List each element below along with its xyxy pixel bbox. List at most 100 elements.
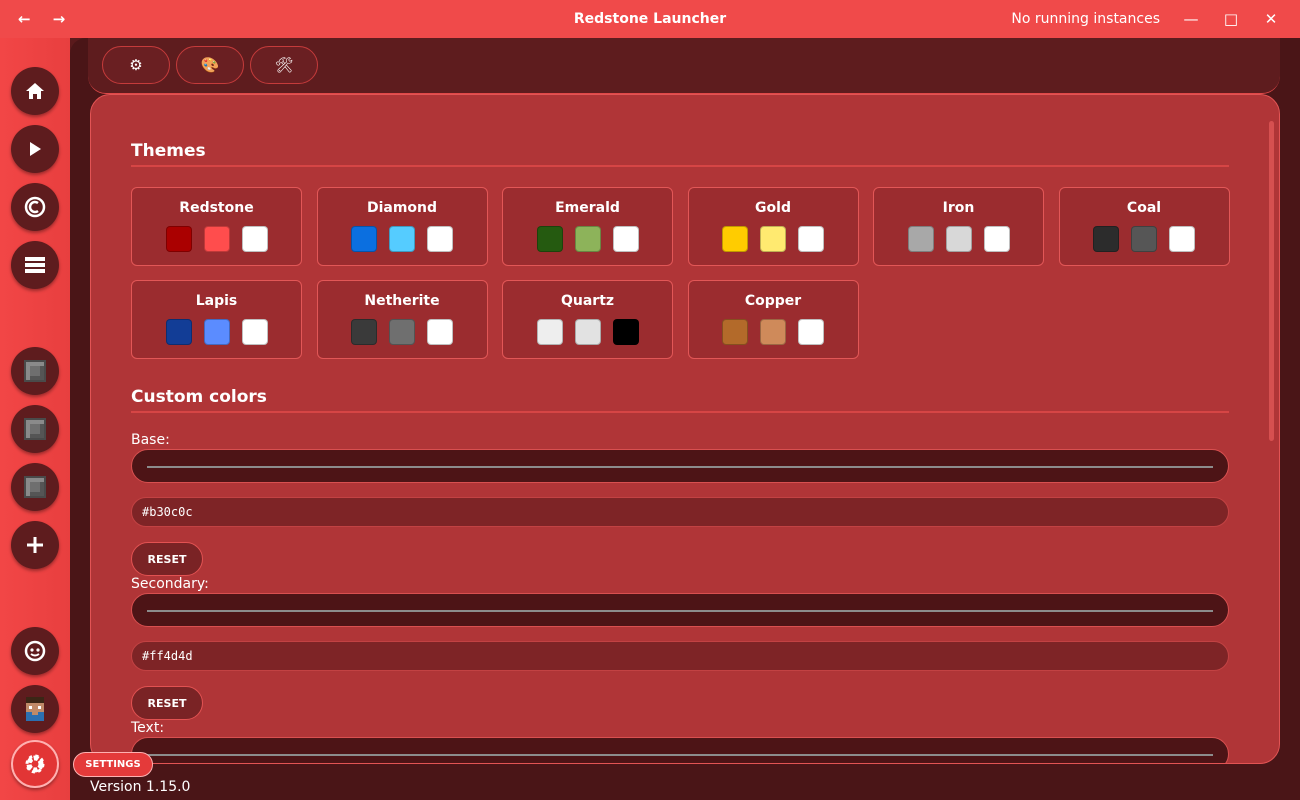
theme-card-gold[interactable]: Gold <box>687 187 859 266</box>
theme-swatches <box>689 226 858 252</box>
tab-appearance[interactable]: 🎨 <box>176 46 244 84</box>
add-instance-button[interactable] <box>11 521 59 569</box>
base-color-hex-input[interactable]: #b30c0c <box>131 497 1229 527</box>
gear-icon <box>25 754 45 774</box>
color-swatch <box>536 319 563 345</box>
theme-swatches <box>689 319 858 345</box>
theme-name: Emerald <box>555 200 620 216</box>
slider-track <box>147 466 1213 468</box>
close-button[interactable]: ✕ <box>1262 10 1280 28</box>
color-swatch <box>536 226 563 252</box>
color-swatch <box>427 319 453 345</box>
home-button[interactable] <box>11 67 59 115</box>
color-swatch <box>574 319 601 345</box>
theme-card-netherite[interactable]: Netherite <box>316 280 488 359</box>
theme-card-redstone[interactable]: Redstone <box>131 187 302 266</box>
color-swatch <box>1169 226 1195 252</box>
theme-name: Copper <box>744 293 802 309</box>
instance-2-button[interactable] <box>11 405 59 453</box>
instance-1-button[interactable] <box>11 347 59 395</box>
theme-name: Iron <box>942 200 975 216</box>
browse-button[interactable] <box>11 183 59 231</box>
color-swatch <box>351 319 377 345</box>
version-label: Version 1.15.0 <box>90 779 191 795</box>
theme-name: Netherite <box>364 293 440 309</box>
color-swatch <box>1093 226 1119 252</box>
theme-name: Gold <box>755 200 791 216</box>
tab-general[interactable]: ⚙ <box>102 46 170 84</box>
running-instances-status[interactable]: No running instances <box>1011 11 1160 27</box>
color-swatch <box>722 319 748 345</box>
color-swatch <box>612 226 639 252</box>
color-swatch <box>983 226 1010 252</box>
color-swatch <box>351 226 377 252</box>
theme-swatches <box>503 226 672 252</box>
theme-swatches <box>874 226 1043 252</box>
library-button[interactable] <box>11 241 59 289</box>
color-swatch <box>574 226 601 252</box>
theme-name: Diamond <box>366 200 438 216</box>
profile-button[interactable] <box>11 685 59 733</box>
color-swatch <box>389 319 415 345</box>
base-color-slider[interactable] <box>131 449 1229 483</box>
nav-buttons: ← → <box>18 0 65 38</box>
play-icon <box>30 142 41 156</box>
color-swatch <box>760 319 786 345</box>
theme-card-emerald[interactable]: Emerald <box>502 187 673 266</box>
theme-swatches <box>503 319 672 345</box>
slider-track <box>147 610 1213 612</box>
theme-swatches <box>318 226 487 252</box>
slider-track <box>147 754 1213 756</box>
theme-card-iron[interactable]: Iron <box>873 187 1044 266</box>
themes-heading: Themes <box>131 141 206 161</box>
theme-card-copper[interactable]: Copper <box>687 280 859 359</box>
color-swatch <box>798 226 824 252</box>
maximize-button[interactable]: □ <box>1222 10 1240 28</box>
back-arrow-icon[interactable]: ← <box>18 10 31 28</box>
secondary-reset-button[interactable]: RESET <box>131 686 203 720</box>
theme-card-quartz[interactable]: Quartz <box>502 280 673 359</box>
main-area: ⚙ 🎨 🛠 Themes Redstone Diamond Emerald Gold I… <box>70 38 1300 800</box>
theme-name: Quartz <box>560 293 615 309</box>
theme-card-lapis[interactable]: Lapis <box>131 280 302 359</box>
color-swatch <box>241 319 268 345</box>
theme-card-coal[interactable]: Coal <box>1058 187 1230 266</box>
custom-colors-heading: Custom colors <box>131 387 267 407</box>
theme-card-diamond[interactable]: Diamond <box>316 187 488 266</box>
color-swatch <box>203 226 230 252</box>
home-icon <box>26 83 44 99</box>
settings-nav-button[interactable] <box>11 740 59 788</box>
tab-advanced[interactable]: 🛠 <box>250 46 318 84</box>
color-swatch <box>760 226 786 252</box>
color-swatch <box>907 226 934 252</box>
theme-name: Coal <box>1126 200 1162 216</box>
color-swatch <box>798 319 824 345</box>
minimize-button[interactable]: — <box>1182 10 1200 28</box>
instance-3-button[interactable] <box>11 463 59 511</box>
account-button[interactable] <box>11 627 59 675</box>
list-icon <box>25 257 45 273</box>
secondary-color-slider[interactable] <box>131 593 1229 627</box>
base-color-label: Base: <box>131 432 170 448</box>
plus-icon <box>27 537 43 553</box>
palette-icon: 🎨 <box>200 56 220 74</box>
color-swatch <box>945 226 972 252</box>
theme-swatches <box>132 319 301 345</box>
color-swatch <box>1131 226 1157 252</box>
text-color-slider[interactable] <box>131 737 1229 763</box>
forward-arrow-icon[interactable]: → <box>53 10 66 28</box>
theme-name: Redstone <box>179 200 254 216</box>
secondary-color-hex-input[interactable]: #ff4d4d <box>131 641 1229 671</box>
section-divider <box>131 165 1229 167</box>
compass-icon <box>24 196 46 218</box>
gear-icon: ⚙ <box>129 56 143 74</box>
color-swatch <box>203 319 230 345</box>
tools-icon: 🛠 <box>274 56 294 74</box>
play-button[interactable] <box>11 125 59 173</box>
theme-swatches <box>318 319 487 345</box>
base-reset-button[interactable]: RESET <box>131 542 203 576</box>
appearance-panel: Themes Redstone Diamond Emerald Gold Iron Coa… <box>90 94 1280 764</box>
scrollbar-thumb[interactable] <box>1269 121 1274 441</box>
color-swatch <box>722 226 748 252</box>
player-avatar-icon <box>26 697 44 721</box>
